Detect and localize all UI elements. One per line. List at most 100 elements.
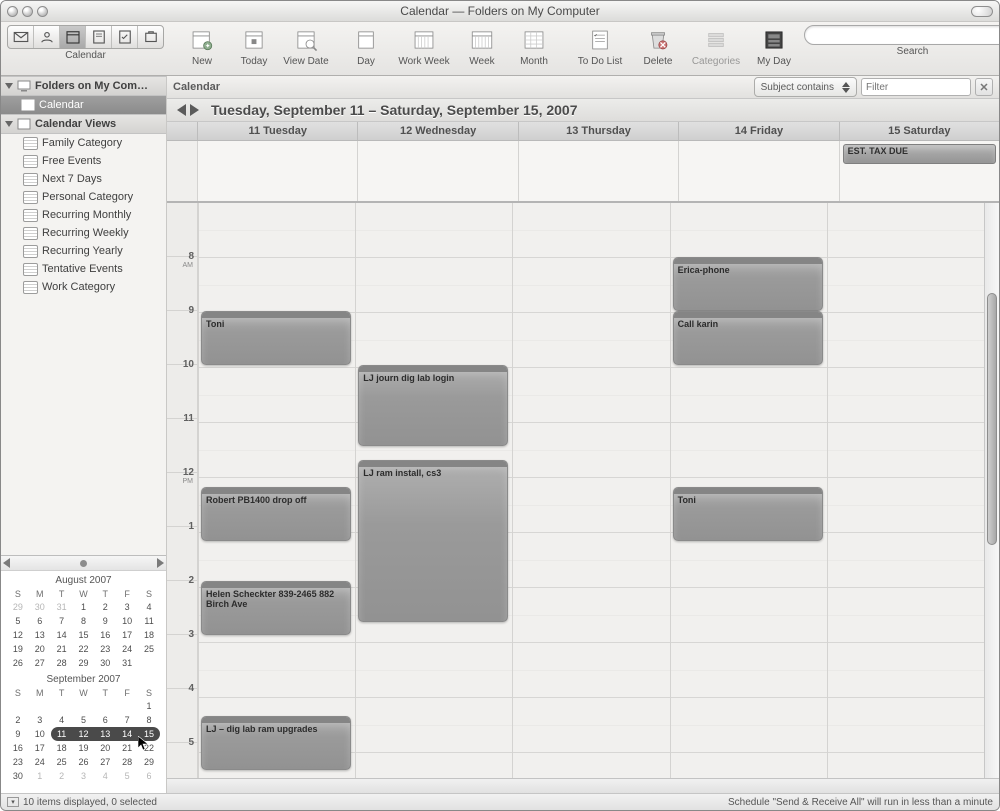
mini-day[interactable]: 11 [51,727,73,741]
mini-day[interactable]: 13 [29,628,51,642]
mini-day[interactable]: 12 [73,727,95,741]
day-column[interactable] [512,203,669,778]
mini-day[interactable] [116,699,138,713]
mini-day[interactable]: 22 [73,642,95,656]
sidebar-view-item[interactable]: Free Events [1,152,166,170]
mini-day[interactable]: 1 [138,699,160,713]
allday-cell[interactable] [357,141,517,201]
mini-day[interactable]: 14 [51,628,73,642]
mini-day[interactable]: 4 [138,600,160,614]
mini-day[interactable]: 3 [116,600,138,614]
mini-day[interactable]: 1 [29,769,51,783]
allday-cell[interactable] [678,141,838,201]
mini-day[interactable]: 30 [7,769,29,783]
mini-day[interactable]: 29 [73,656,95,670]
mini-day[interactable] [51,699,73,713]
mini-day[interactable] [94,699,116,713]
mini-day[interactable]: 31 [116,656,138,670]
mini-day[interactable]: 10 [116,614,138,628]
calendar-event[interactable]: LJ journ dig lab login [358,365,508,446]
sidebar-view-item[interactable]: Recurring Weekly [1,224,166,242]
mini-day[interactable]: 2 [94,600,116,614]
mini-day[interactable]: 29 [138,755,160,769]
mini-day[interactable]: 19 [7,642,29,656]
mini-day[interactable]: 25 [51,755,73,769]
today-button[interactable] [234,25,274,55]
project-button[interactable] [138,26,163,48]
mini-day[interactable]: 30 [29,600,51,614]
mini-day[interactable]: 12 [7,628,29,642]
status-menu-icon[interactable]: ▾ [7,797,19,807]
mini-day[interactable]: 15 [73,628,95,642]
my-day-button[interactable] [754,25,794,55]
mini-day[interactable]: 16 [7,741,29,755]
sidebar-views-head[interactable]: Calendar Views [1,114,166,134]
mini-day[interactable]: 4 [51,713,73,727]
mini-day[interactable]: 19 [73,741,95,755]
sidebar-view-item[interactable]: Recurring Monthly [1,206,166,224]
mini-day[interactable]: 6 [29,614,51,628]
mini-day[interactable]: 28 [116,755,138,769]
filter-close-button[interactable]: ✕ [975,78,993,96]
mini-day[interactable]: 22 [138,741,160,755]
notes-button[interactable] [86,26,112,48]
calendar-event[interactable]: LJ ram install, cs3 [358,460,508,622]
mini-day[interactable]: 14 [116,727,138,741]
allday-event[interactable]: EST. TAX DUE [843,144,996,164]
day-column[interactable]: Erica-phoneCall karinToni [670,203,827,778]
mini-day[interactable]: 3 [73,769,95,783]
mini-day[interactable] [7,699,29,713]
mini-day[interactable]: 24 [29,755,51,769]
day-column[interactable]: LJ journ dig lab login LJ ram install, cs… [355,203,512,778]
sidebar-view-item[interactable]: Recurring Yearly [1,242,166,260]
allday-cell[interactable] [197,141,357,201]
mini-day[interactable]: 3 [29,713,51,727]
week-view-button[interactable] [462,25,502,55]
mini-day[interactable]: 26 [7,656,29,670]
next-range-button[interactable] [190,104,199,116]
vertical-scrollbar[interactable] [984,203,999,778]
sidebar-root[interactable]: Folders on My Com… [1,76,166,96]
sidebar-view-item[interactable]: Personal Category [1,188,166,206]
delete-button[interactable] [638,25,678,55]
mini-day[interactable]: 20 [94,741,116,755]
calendar-event[interactable]: Toni [673,487,823,541]
sidebar-view-item[interactable]: Work Category [1,278,166,296]
mini-day[interactable]: 10 [29,727,51,741]
scroll-left-icon[interactable] [3,558,10,568]
horizontal-scrollbar[interactable] [167,778,999,793]
filter-field-select[interactable]: Subject contains [754,77,857,97]
mini-day[interactable]: 27 [94,755,116,769]
allday-cell[interactable] [518,141,678,201]
mini-day[interactable]: 24 [116,642,138,656]
sidebar-view-item[interactable]: Next 7 Days [1,170,166,188]
mini-day[interactable]: 7 [51,614,73,628]
mini-day[interactable]: 6 [138,769,160,783]
work-week-view-button[interactable] [404,25,444,55]
mini-day[interactable]: 26 [73,755,95,769]
mini-day[interactable]: 23 [94,642,116,656]
mini-day[interactable]: 18 [138,628,160,642]
categories-button[interactable] [696,25,736,55]
mini-day[interactable]: 2 [51,769,73,783]
mail-button[interactable] [8,26,34,48]
sidebar-view-item[interactable]: Tentative Events [1,260,166,278]
mini-day[interactable]: 20 [29,642,51,656]
mini-day[interactable]: 29 [7,600,29,614]
allday-cell[interactable]: EST. TAX DUE [839,141,999,201]
sidebar-calendar[interactable]: Calendar [1,96,166,114]
sidebar-view-item[interactable]: Family Category [1,134,166,152]
mini-day[interactable]: 21 [116,741,138,755]
month-view-button[interactable] [514,25,554,55]
mini-day[interactable]: 18 [51,741,73,755]
prev-range-button[interactable] [177,104,186,116]
mini-day[interactable]: 31 [51,600,73,614]
mini-day[interactable]: 4 [94,769,116,783]
new-button[interactable]: ✦ [182,25,222,55]
day-column[interactable] [827,203,984,778]
mini-day[interactable]: 9 [7,727,29,741]
filter-input[interactable] [861,78,971,96]
mini-day[interactable]: 13 [94,727,116,741]
calendar-event[interactable]: Robert PB1400 drop off [201,487,351,541]
mini-day[interactable]: 1 [73,600,95,614]
